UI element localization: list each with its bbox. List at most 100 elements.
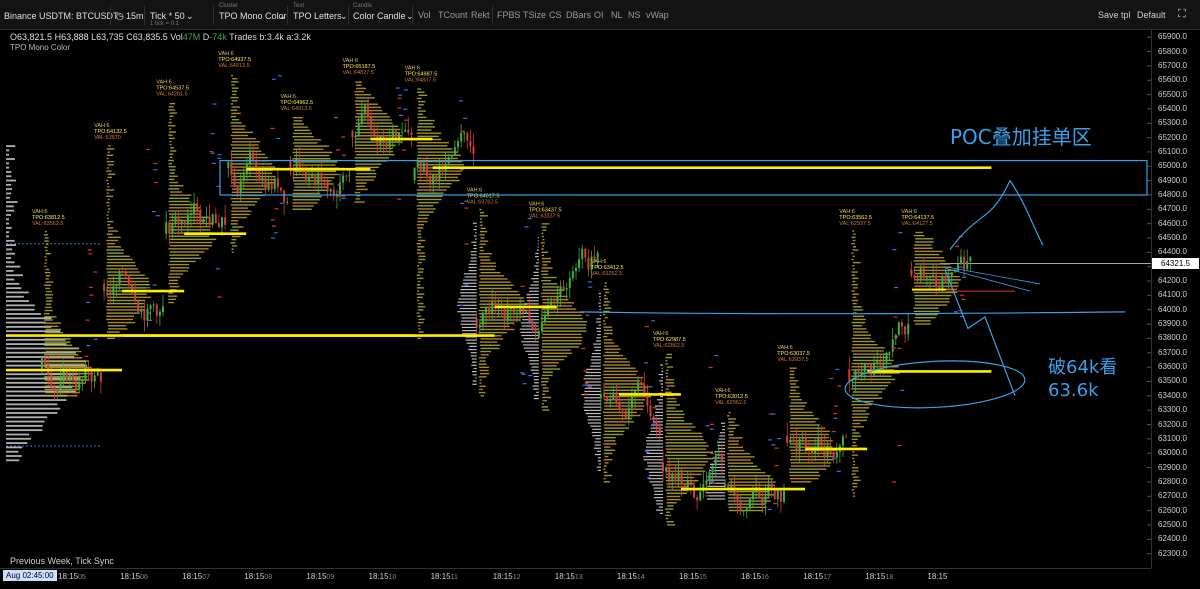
volume-profile-bar bbox=[520, 322, 539, 324]
volume-profile-bar bbox=[646, 462, 663, 464]
price-axis[interactable]: 62300.0 62400.0 62500.0 62600.0 62700.0 62800… bbox=[1151, 30, 1200, 568]
volume-profile-bar bbox=[461, 326, 477, 329]
order-mark bbox=[584, 382, 589, 384]
volume-profile-bar bbox=[470, 260, 477, 262]
tpo-profile-bar bbox=[603, 364, 631, 366]
indicator-oi-button[interactable]: OI bbox=[594, 10, 604, 20]
ohlc-legend: O63,821.5 H63,888 L63,735 C63,835.5 Vol4… bbox=[10, 32, 311, 42]
indicator-fpbs-button[interactable]: FPBS bbox=[497, 10, 521, 20]
fullscreen-icon[interactable]: ⛶ bbox=[1178, 8, 1186, 21]
tpo-profile-bar bbox=[292, 195, 322, 198]
prev-week-profile-bar bbox=[6, 300, 29, 302]
text-mode-selector[interactable]: Text TPO Letters ⌄ bbox=[293, 0, 348, 30]
order-mark bbox=[87, 249, 92, 251]
indicator-ns-button[interactable]: NS bbox=[628, 10, 641, 20]
volume-profile-bar bbox=[584, 409, 601, 411]
tpo-profile-bar bbox=[789, 376, 795, 379]
candle-body bbox=[93, 375, 96, 382]
tpo-profile-bar bbox=[417, 217, 428, 220]
tpo-profile-bar bbox=[230, 153, 265, 156]
indicator-name[interactable]: TPO Mono Color bbox=[10, 43, 70, 52]
indicator-cs-button[interactable]: CS bbox=[549, 10, 562, 20]
price-tick: 65900.0 bbox=[1158, 32, 1187, 42]
tpo-profile-bar bbox=[478, 388, 483, 391]
tpo-profile-bar bbox=[915, 231, 924, 234]
candle-mode-selector[interactable]: Candle Color Candle ⌄ bbox=[353, 0, 414, 30]
tpo-profile-bar bbox=[44, 325, 59, 328]
candle-body bbox=[90, 371, 93, 382]
tpo-chart[interactable]: VAH:6TPO:63812.5VAL:63562.5VAH:6TPO:6413… bbox=[0, 30, 1151, 568]
cluster-selector[interactable]: Cluster TPO Mono Color ⌄ bbox=[219, 0, 287, 30]
prev-week-profile-bar bbox=[6, 399, 67, 401]
indicator-vol-button[interactable]: Vol bbox=[418, 10, 431, 20]
volume-profile-bar bbox=[597, 450, 601, 453]
candle-body bbox=[932, 275, 935, 277]
tpo-profile-bar bbox=[851, 444, 858, 447]
tpo-profile-bar bbox=[107, 258, 133, 261]
volume-profile-bar bbox=[654, 493, 663, 496]
tpo-profile-bar bbox=[541, 406, 549, 408]
tpo-profile-bar bbox=[106, 255, 130, 257]
tpo-profile-bar bbox=[416, 287, 424, 289]
symbol-label: Binance USDTM: BTCUSDT bbox=[4, 11, 119, 21]
tpo-profile-bar bbox=[541, 232, 544, 235]
tpo-profile-bar bbox=[666, 407, 676, 409]
tick-selector[interactable]: Tick * 50 ⌄ 1 tick = 0.1 bbox=[150, 0, 210, 30]
tpo-profile-bar bbox=[727, 446, 744, 449]
order-mark bbox=[955, 245, 960, 248]
tpo-profile-bar bbox=[541, 257, 551, 260]
indicator-rekt-button[interactable]: Rekt bbox=[471, 10, 490, 20]
tpo-profile-bar bbox=[665, 382, 674, 384]
tpo-profile-bar bbox=[478, 287, 512, 290]
tpo-profile-bar bbox=[292, 135, 314, 138]
tpo-profile-bar bbox=[478, 357, 487, 359]
tpo-profile-bar bbox=[914, 301, 950, 303]
tpo-profile-bar bbox=[603, 329, 613, 332]
indicator-dbars-button[interactable]: DBars bbox=[566, 10, 591, 20]
template-selector[interactable]: Default bbox=[1137, 10, 1166, 20]
indicator-nl-button[interactable]: NL bbox=[611, 10, 623, 20]
tpo-profile-bar bbox=[852, 328, 867, 330]
volume-label: Vol bbox=[170, 32, 183, 42]
volume-profile-bar bbox=[715, 454, 726, 456]
tpo-profile-bar bbox=[852, 426, 864, 428]
tpo-profile-bar bbox=[603, 339, 613, 341]
order-mark bbox=[146, 148, 151, 151]
tpo-profile-bar bbox=[418, 261, 422, 264]
tpo-profile-bar bbox=[479, 268, 496, 271]
save-template-button[interactable]: Save tpl bbox=[1098, 10, 1131, 20]
tpo-profile-bar bbox=[168, 301, 174, 304]
indicator-vwap-button[interactable]: vWap bbox=[646, 10, 669, 20]
tpo-profile-bar bbox=[44, 237, 49, 239]
tpo-profile-bar bbox=[107, 246, 122, 248]
tpo-profile-bar bbox=[169, 238, 217, 241]
candle-body bbox=[823, 445, 826, 458]
indicator-tcount-button[interactable]: TCount bbox=[438, 10, 468, 20]
volume-profile-bar bbox=[594, 444, 601, 446]
indicator-tsize-button[interactable]: TSize bbox=[523, 10, 546, 20]
price-tick: 64100.0 bbox=[1158, 290, 1187, 300]
volume-profile-bar bbox=[658, 373, 663, 376]
tpo-profile-bar bbox=[292, 176, 335, 179]
prev-week-profile-bar bbox=[6, 257, 12, 259]
time-tick: 18:1507 bbox=[182, 572, 210, 581]
tpo-profile-bar bbox=[604, 332, 613, 335]
tpo-profile-bar bbox=[107, 151, 110, 153]
candle-body bbox=[419, 162, 422, 171]
tpo-profile-bar bbox=[913, 307, 939, 309]
prev-week-profile-bar bbox=[6, 330, 61, 333]
candle-body bbox=[491, 302, 494, 314]
tpo-profile-bar bbox=[541, 403, 544, 405]
tpo-profile-bar bbox=[790, 462, 832, 464]
time-tick-label: 18:15 bbox=[803, 572, 824, 581]
tpo-profile-bar bbox=[44, 234, 49, 236]
candle-body bbox=[854, 370, 857, 381]
volume-profile-bar bbox=[462, 333, 477, 335]
candle-body bbox=[286, 201, 289, 203]
volume-profile-bar bbox=[591, 431, 601, 434]
volume-profile-bar bbox=[522, 319, 539, 321]
candle-body bbox=[615, 393, 618, 404]
time-axis[interactable]: 18:1505 18:1506 18:1507 18:1508 18:1509 18:15… bbox=[0, 568, 1151, 589]
time-tick: 18:1517 bbox=[803, 572, 831, 581]
tpo-profile-bar bbox=[293, 142, 318, 144]
